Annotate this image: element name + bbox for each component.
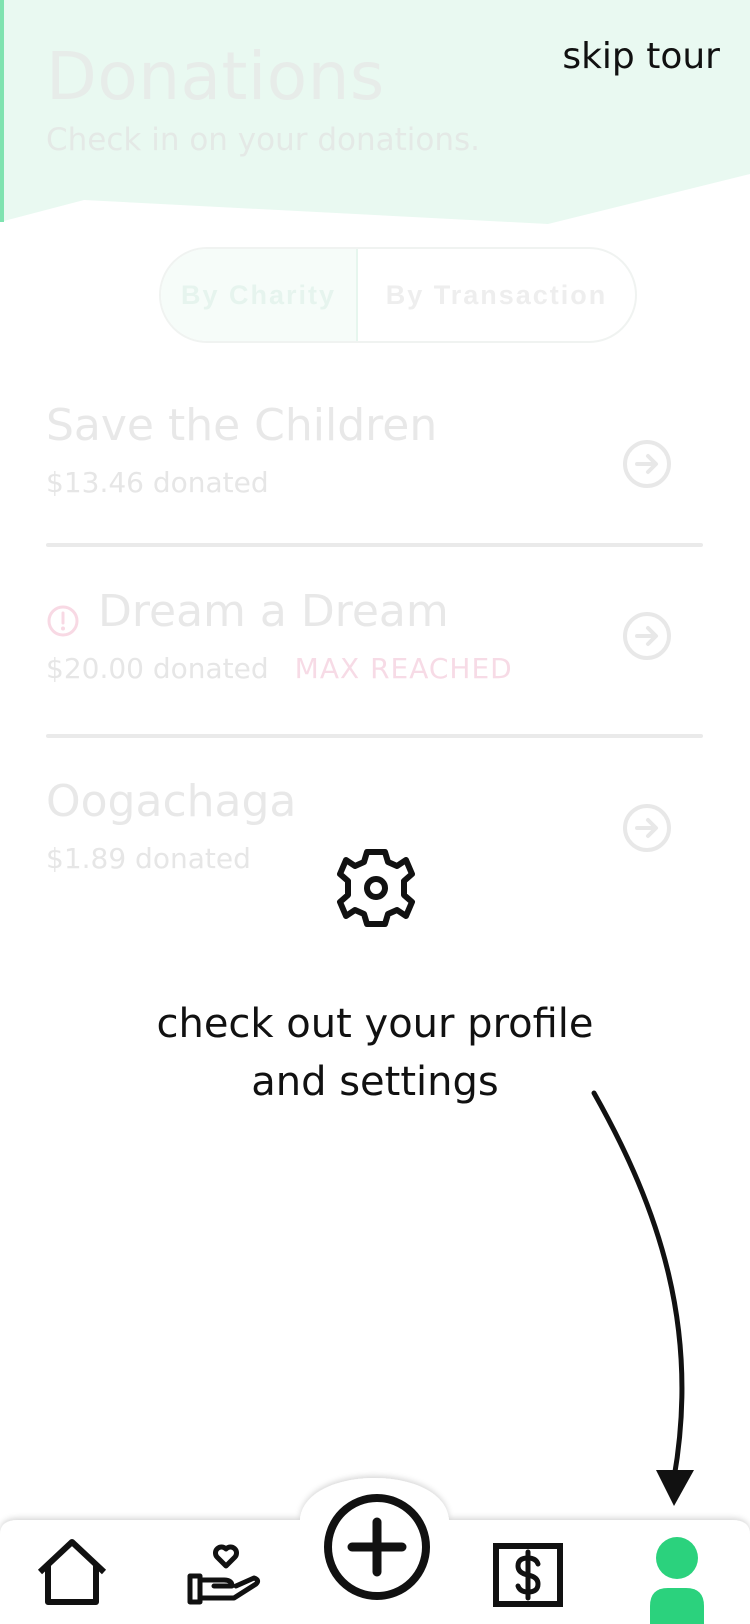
page-subtitle: Check in on your donations. (46, 122, 481, 158)
donation-amount-line: $20.00 donated MAX REACHED (46, 652, 513, 685)
arrow-right-circle-icon[interactable] (621, 802, 673, 854)
donation-row-save-the-children[interactable]: Save the Children $13.46 donated (46, 400, 703, 510)
profile-icon[interactable] (648, 1534, 706, 1624)
tab-by-transaction[interactable]: By Transaction (358, 249, 635, 341)
tour-hint-line-2: and settings (251, 1059, 499, 1105)
gear-icon (337, 849, 415, 927)
tour-hint-text: check out your profile and settings (0, 995, 750, 1111)
donation-amount: $13.46 donated (46, 466, 269, 499)
donation-amount: $1.89 donated (46, 842, 251, 875)
divider (46, 543, 703, 547)
arrow-right-circle-icon[interactable] (621, 438, 673, 490)
home-icon[interactable] (34, 1536, 110, 1608)
charity-name: Oogachaga (46, 776, 297, 827)
charity-name: Dream a Dream (98, 586, 449, 637)
tour-hint-line-1: check out your profile (156, 1001, 594, 1047)
donation-amount: $20.00 donated (46, 652, 269, 685)
alert-icon (47, 605, 79, 637)
tab-by-charity[interactable]: By Charity (161, 249, 358, 341)
donation-row-dream-a-dream[interactable]: Dream a Dream $20.00 donated MAX REACHED (46, 586, 703, 696)
max-reached-badge: MAX REACHED (294, 652, 513, 685)
header-background (0, 0, 750, 224)
divider (46, 734, 703, 738)
page-title: Donations (46, 38, 385, 115)
skip-tour-button[interactable]: skip tour (562, 36, 720, 77)
dollar-icon[interactable] (492, 1542, 564, 1608)
charity-name: Save the Children (46, 400, 438, 451)
arrow-right-circle-icon[interactable] (621, 610, 673, 662)
donate-hand-heart-icon[interactable] (184, 1538, 266, 1610)
add-circle-icon[interactable] (322, 1492, 432, 1602)
view-toggle: By Charity By Transaction (159, 247, 637, 343)
